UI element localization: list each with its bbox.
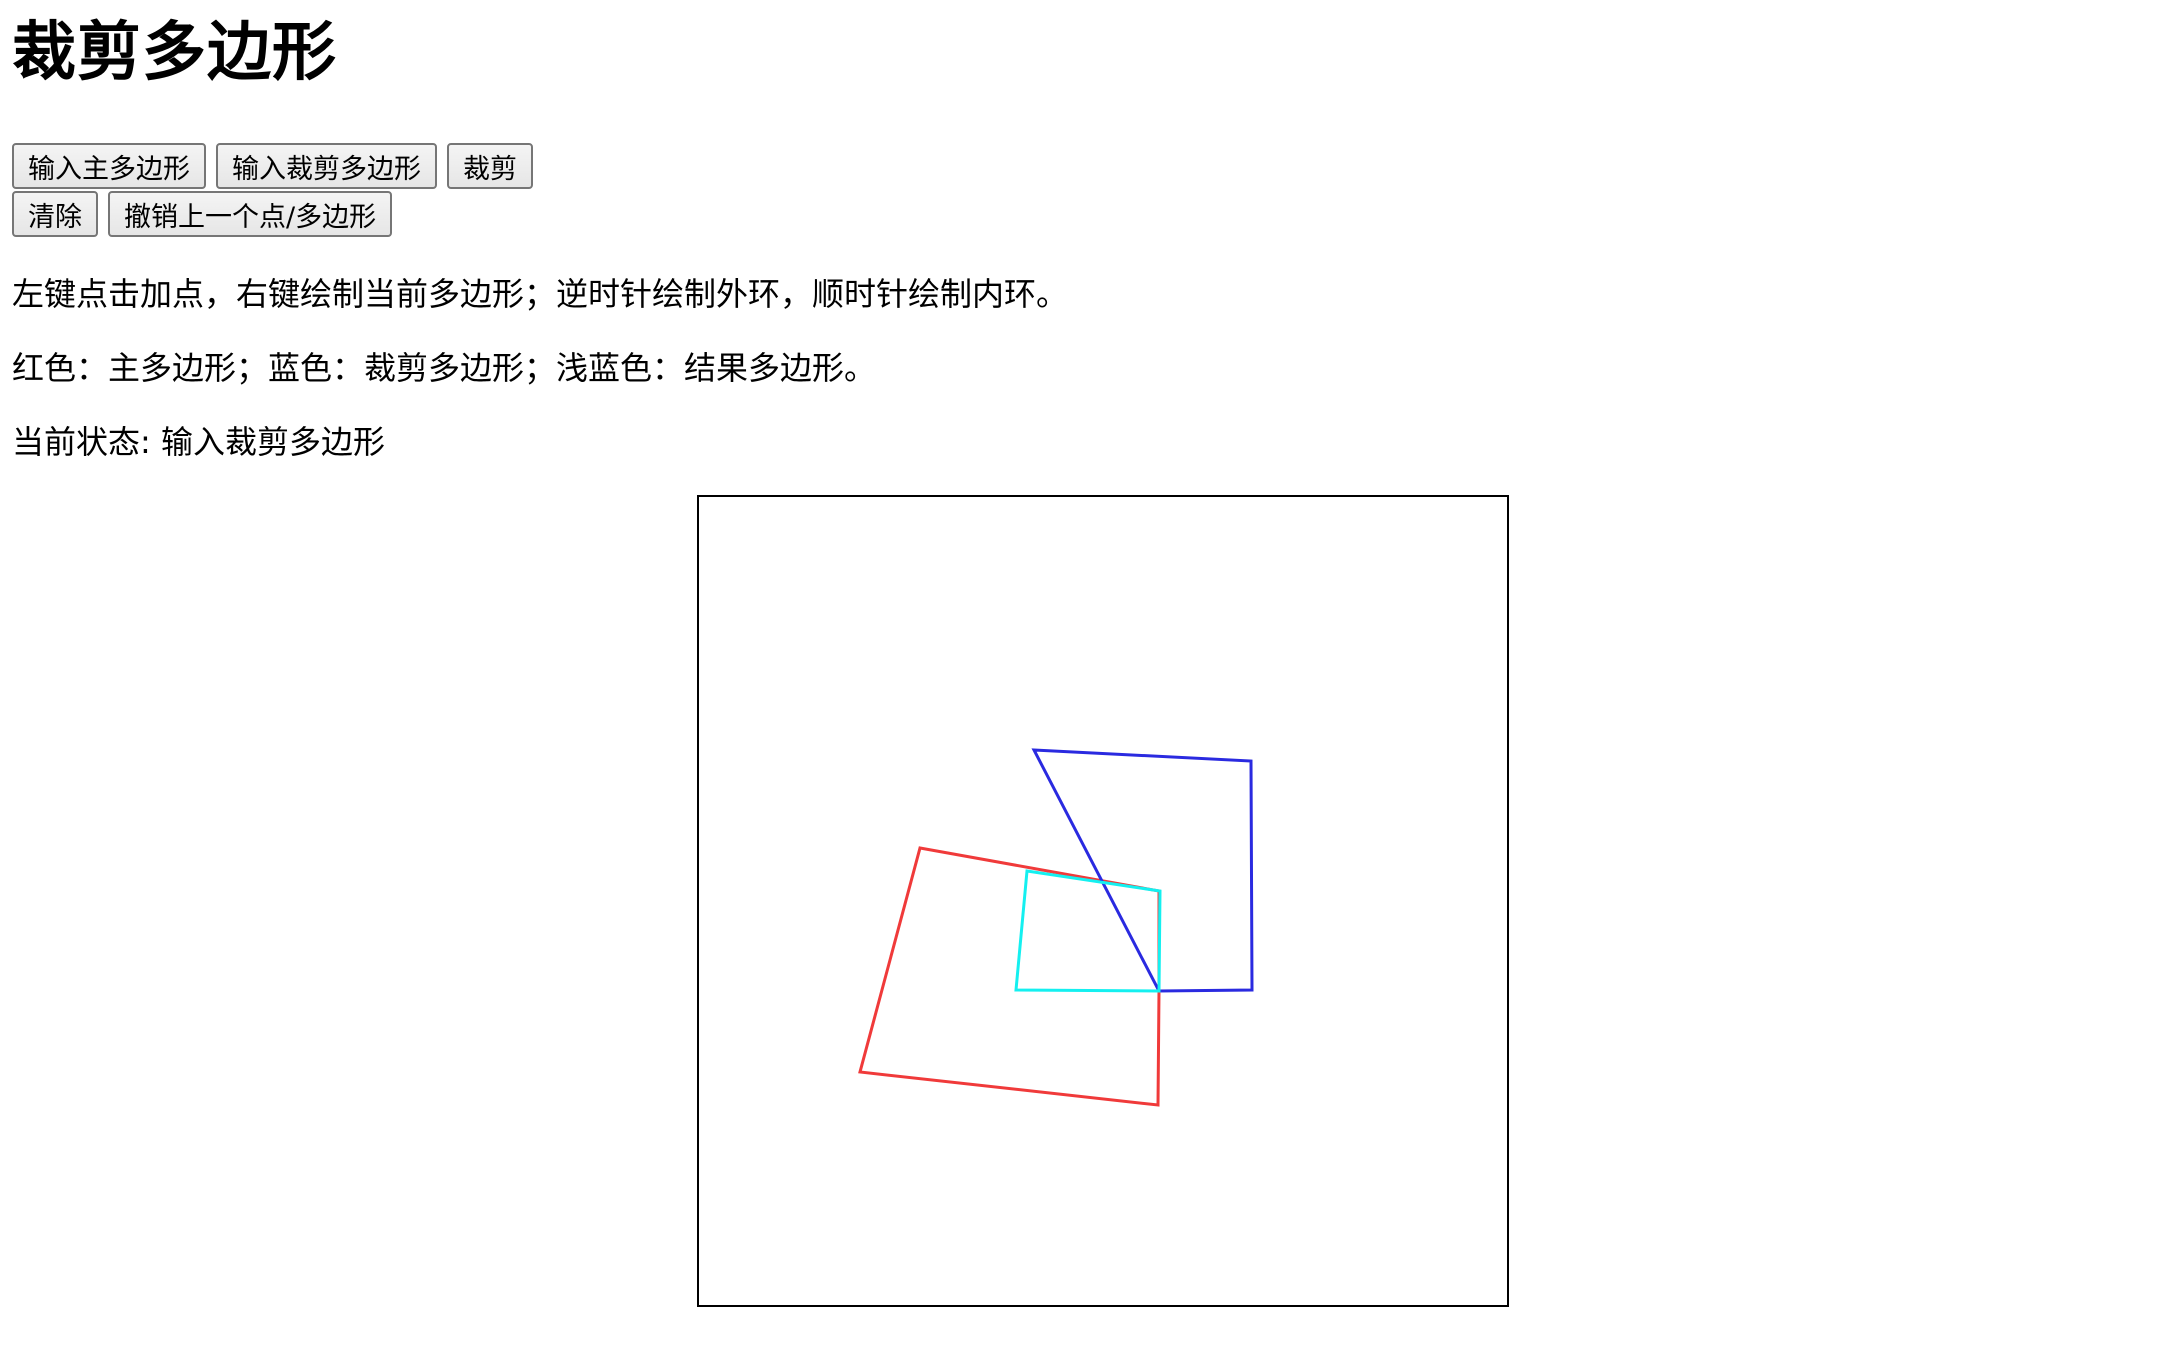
instructions-line-1: 左键点击加点，右键绘制当前多边形；逆时针绘制外环，顺时针绘制内环。 xyxy=(12,275,1069,313)
status-line: 当前状态: 输入裁剪多边形 xyxy=(12,422,385,462)
input-subject-polygon-button[interactable]: 输入主多边形 xyxy=(12,143,206,189)
input-clip-polygon-button[interactable]: 输入裁剪多边形 xyxy=(216,143,437,189)
status-label: 当前状态: xyxy=(12,423,161,461)
page-title: 裁剪多边形 xyxy=(12,16,337,90)
clear-button[interactable]: 清除 xyxy=(12,191,98,237)
canvas-svg[interactable] xyxy=(699,497,1507,1305)
clip-polygon xyxy=(1031,748,1254,993)
toolbar-row-1: 输入主多边形 输入裁剪多边形 裁剪 xyxy=(12,143,533,189)
status-value: 输入裁剪多边形 xyxy=(160,423,385,461)
drawing-canvas[interactable] xyxy=(697,495,1509,1307)
instructions-line-2: 红色：主多边形；蓝色：裁剪多边形；浅蓝色：结果多边形。 xyxy=(12,349,877,387)
page: 裁剪多边形 输入主多边形 输入裁剪多边形 裁剪 清除 撤销上一个点/多边形 左键… xyxy=(0,0,2170,1347)
result-polygon xyxy=(1014,869,1162,993)
toolbar-row-2: 清除 撤销上一个点/多边形 xyxy=(12,191,393,237)
undo-button[interactable]: 撤销上一个点/多边形 xyxy=(108,191,393,237)
clip-button[interactable]: 裁剪 xyxy=(447,143,533,189)
subject-polygon xyxy=(858,846,1161,1107)
